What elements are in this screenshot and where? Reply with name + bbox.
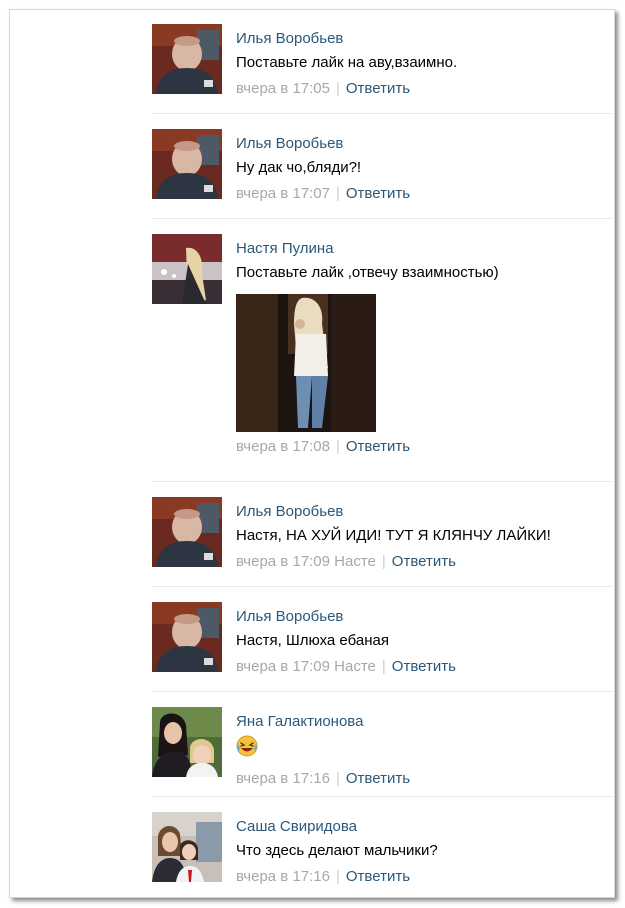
comment-author[interactable]: Саша Свиридова <box>236 816 608 838</box>
comment-text: Настя, НА ХУЙ ИДИ! ТУТ Я КЛЯНЧУ ЛАЙКИ! <box>236 527 551 544</box>
comment-item: Илья Воробьев Настя, Шлюха ебаная вчера … <box>152 588 612 692</box>
comment-text: Ну дак чо,бляди?! <box>236 159 362 176</box>
comment-author[interactable]: Илья Воробьев <box>236 606 608 628</box>
comment-text: Поставьте лайк на аву,взаимно. <box>236 54 458 71</box>
avatar[interactable] <box>152 234 222 304</box>
avatar-man-icon <box>152 602 222 672</box>
comment-time[interactable]: вчера в 17:07 <box>236 185 330 202</box>
comment-text: Что здесь делают мальчики? <box>236 842 438 859</box>
reply-link[interactable]: Ответить <box>346 185 410 202</box>
avatar[interactable] <box>152 497 222 567</box>
comment-item: Илья Воробьев Настя, НА ХУЙ ИДИ! ТУТ Я К… <box>152 483 612 587</box>
meta-divider: | <box>335 868 340 885</box>
comments-thread: Илья Воробьев Поставьте лайк на аву,взаи… <box>9 9 615 898</box>
comment-meta: вчера в 17:07 | Ответить <box>236 183 608 205</box>
comment-time[interactable]: вчера в 17:09 Насте <box>236 658 376 675</box>
avatar[interactable] <box>152 602 222 672</box>
avatar[interactable] <box>152 707 222 777</box>
reply-link[interactable]: Ответить <box>346 80 410 97</box>
meta-divider: | <box>335 80 340 97</box>
comment-time[interactable]: вчера в 17:08 <box>236 438 330 455</box>
meta-divider: | <box>335 438 340 455</box>
comment-time[interactable]: вчера в 17:16 <box>236 868 330 885</box>
avatar-man-icon <box>152 129 222 199</box>
comment-meta: вчера в 17:16 | Ответить <box>236 866 608 888</box>
comment-time[interactable]: вчера в 17:09 Насте <box>236 553 376 570</box>
comment-meta: вчера в 17:09 Насте | Ответить <box>236 551 608 573</box>
comment-time[interactable]: вчера в 17:05 <box>236 80 330 97</box>
photo-attachment-icon <box>236 294 376 432</box>
comment-text <box>236 735 608 764</box>
comment-author[interactable]: Илья Воробьев <box>236 501 608 523</box>
reply-link[interactable]: Ответить <box>392 658 456 675</box>
avatar-girl-icon <box>152 234 222 304</box>
comment-time[interactable]: вчера в 17:16 <box>236 770 330 787</box>
comment-meta: вчера в 17:09 Насте | Ответить <box>236 656 608 678</box>
avatar-man-icon <box>152 24 222 94</box>
comment-item: Саша Свиридова Что здесь делают мальчики… <box>152 798 612 897</box>
avatar-girls-school-icon <box>152 812 222 882</box>
comment-meta: вчера в 17:16 | Ответить <box>236 768 608 790</box>
comment-author[interactable]: Яна Галактионова <box>236 711 608 733</box>
meta-divider: | <box>381 658 386 675</box>
comment-author[interactable]: Илья Воробьев <box>236 28 608 50</box>
comment-author[interactable]: Илья Воробьев <box>236 133 608 155</box>
meta-divider: | <box>335 185 340 202</box>
comment-item: Илья Воробьев Ну дак чо,бляди?! вчера в … <box>152 115 612 219</box>
comment-author[interactable]: Настя Пулина <box>236 238 608 260</box>
avatar[interactable] <box>152 24 222 94</box>
reply-link[interactable]: Ответить <box>392 553 456 570</box>
comment-item: Настя Пулина Поставьте лайк ,отвечу взаи… <box>152 220 612 482</box>
meta-divider: | <box>335 770 340 787</box>
avatar-man-icon <box>152 497 222 567</box>
laughing-tears-emoji-icon <box>236 735 258 764</box>
comment-text: Настя, Шлюха ебаная <box>236 632 389 649</box>
avatar[interactable] <box>152 812 222 882</box>
reply-link[interactable]: Ответить <box>346 868 410 885</box>
avatar[interactable] <box>152 129 222 199</box>
reply-link[interactable]: Ответить <box>346 770 410 787</box>
comment-meta: вчера в 17:05 | Ответить <box>236 78 608 100</box>
comment-meta: вчера в 17:08 | Ответить <box>236 436 608 458</box>
reply-link[interactable]: Ответить <box>346 438 410 455</box>
comment-item: Яна Галактионова вчера в 17:16 | Ответить <box>152 693 612 797</box>
meta-divider: | <box>381 553 386 570</box>
avatar-two-girls-icon <box>152 707 222 777</box>
comment-item: Илья Воробьев Поставьте лайк на аву,взаи… <box>152 10 612 114</box>
photo-attachment[interactable] <box>236 294 376 432</box>
comment-text: Поставьте лайк ,отвечу взаимностью) <box>236 264 499 281</box>
